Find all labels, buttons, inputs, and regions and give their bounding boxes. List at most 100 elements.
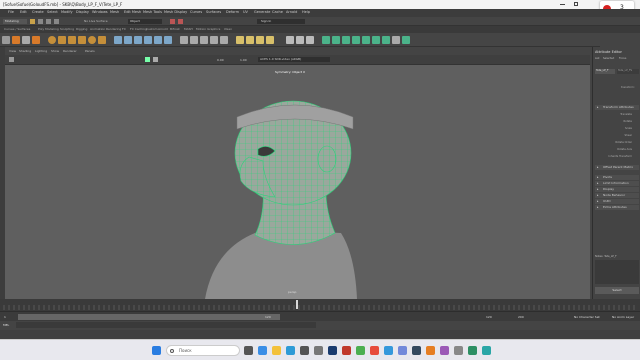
menu-modify[interactable]: Modify (61, 10, 73, 14)
uv-layout-icon[interactable] (306, 36, 314, 44)
playhead[interactable] (296, 300, 298, 309)
photoshop-icon[interactable] (328, 346, 337, 355)
menu-file[interactable]: File (8, 10, 14, 14)
snap-point-icon[interactable] (54, 19, 59, 24)
live-surface-field[interactable]: No Live Surface (84, 19, 114, 24)
tab-fx-caching[interactable]: FX Caching (130, 27, 147, 31)
panel-menu-panels[interactable]: Panels (85, 49, 95, 53)
mail-icon[interactable] (314, 346, 323, 355)
menu-edit-mesh[interactable]: Edit Mesh (124, 10, 141, 14)
ae-node-tab-2[interactable]: Tete_LP_FS (617, 69, 639, 74)
snap-grid-icon[interactable] (38, 19, 43, 24)
discord-icon[interactable] (398, 346, 407, 355)
ae-tab-list[interactable]: List (595, 57, 600, 60)
tab-xgen[interactable]: XGen (224, 27, 232, 31)
tab-rigging[interactable]: Rigging (76, 27, 87, 31)
range-end-field[interactable]: 120 (265, 315, 271, 319)
ae-section-uuid[interactable]: UUID (595, 199, 639, 204)
tab-rendering[interactable]: Rendering (106, 27, 121, 31)
cleanup-icon[interactable] (392, 36, 400, 44)
select-edge-loop-icon[interactable] (322, 36, 330, 44)
colorspace-dropdown[interactable]: ACES 1.0 SDR-video (sRGB) (258, 57, 330, 62)
menu-surfaces[interactable]: Surfaces (206, 10, 221, 14)
rotate-tool-icon[interactable] (22, 36, 30, 44)
poly-torus-icon[interactable] (88, 36, 96, 44)
end-frame-field[interactable]: 120 (486, 315, 492, 319)
settings-icon[interactable] (454, 346, 463, 355)
file-explorer-icon[interactable] (272, 346, 281, 355)
render-icon[interactable] (170, 19, 175, 24)
scale-tool-icon[interactable] (32, 36, 40, 44)
smooth-shade-icon[interactable] (153, 57, 158, 62)
workspace-dropdown[interactable]: Modeling (3, 19, 27, 24)
ae-section-limit[interactable]: Limit Information (595, 181, 639, 186)
tab-motion-graphics[interactable]: Motion Graphics (196, 27, 220, 31)
yandex-icon[interactable] (370, 346, 379, 355)
snap-curve-icon[interactable] (46, 19, 51, 24)
ae-section-display[interactable]: Display (595, 187, 639, 192)
poly-cone-icon[interactable] (78, 36, 86, 44)
maximize-icon[interactable] (574, 2, 578, 6)
panel-menu-view[interactable]: View (9, 49, 16, 53)
panel-menu-shading[interactable]: Shading (19, 49, 31, 53)
menu-windows[interactable]: Windows (92, 10, 108, 14)
widgets-icon[interactable] (258, 346, 267, 355)
move-tool-icon[interactable] (12, 36, 20, 44)
maya-icon[interactable] (482, 346, 491, 355)
select-tool-icon[interactable] (2, 36, 10, 44)
app-icon-3[interactable] (468, 346, 477, 355)
append-icon[interactable] (210, 36, 218, 44)
anim-layer-dropdown[interactable]: No Anim Layer (612, 315, 634, 319)
start-frame-field[interactable]: 1 (4, 315, 6, 319)
tab-fx[interactable]: FX (122, 27, 126, 31)
time-slider[interactable] (0, 299, 640, 311)
uv-unfold-icon[interactable] (296, 36, 304, 44)
ipr-icon[interactable] (178, 19, 183, 24)
panel-menu-lighting[interactable]: Lighting (35, 49, 47, 53)
separate-icon[interactable] (124, 36, 132, 44)
tab-arnold[interactable]: Arnold (158, 27, 168, 31)
character-set-dropdown[interactable]: No Character Set (574, 315, 600, 319)
ae-section-extra[interactable]: Extra Attributes (595, 205, 639, 210)
poly-plane-icon[interactable] (98, 36, 106, 44)
start-icon[interactable] (152, 346, 161, 355)
viewport[interactable]: Symmetry: Object X persp (5, 65, 590, 299)
app-icon-2[interactable] (440, 346, 449, 355)
ae-tab-focus[interactable]: Focus (619, 57, 626, 60)
max-frame-field[interactable]: 200 (518, 315, 524, 319)
extract-icon[interactable] (134, 36, 142, 44)
menu-arnold[interactable]: Arnold (286, 10, 297, 14)
ae-section-transform[interactable]: Transform Attributes (595, 105, 639, 110)
ae-section-node-behavior[interactable]: Node Behavior (595, 193, 639, 198)
menu-generate[interactable]: Generate (254, 10, 270, 14)
convert-selection-icon[interactable] (362, 36, 370, 44)
target-weld-icon[interactable] (246, 36, 254, 44)
combine-icon[interactable] (114, 36, 122, 44)
tab-poly-modeling[interactable]: Poly Modeling (38, 27, 59, 31)
bevel-icon[interactable] (200, 36, 208, 44)
tab-bifrost[interactable]: Bifrost (170, 27, 180, 31)
sign-in-button[interactable]: Sign In (257, 19, 305, 24)
media-icon[interactable] (342, 346, 351, 355)
ae-section-offset[interactable]: Offset Parent Matrix (595, 165, 639, 170)
bridge-icon[interactable] (180, 36, 188, 44)
tab-sculpting[interactable]: Sculpting (60, 27, 74, 31)
far-clip-field[interactable]: 1.00 (240, 58, 247, 62)
taskbar-search[interactable]: Поиск (166, 345, 240, 356)
poly-sphere-icon[interactable] (48, 36, 56, 44)
menu-mesh-display[interactable]: Mesh Display (164, 10, 187, 14)
store-icon[interactable] (300, 346, 309, 355)
chrome-icon[interactable] (356, 346, 365, 355)
tab-curves-surfaces[interactable]: Curves / Surfaces (4, 27, 30, 31)
task-view-icon[interactable] (244, 346, 253, 355)
sculpt-icon[interactable] (402, 36, 410, 44)
tab-animation[interactable]: Animation (90, 27, 105, 31)
character-model[interactable]: persp (5, 65, 590, 299)
tab-mash[interactable]: MASH (184, 27, 193, 31)
panel-menu-renderer[interactable]: Renderer (63, 49, 77, 53)
steam-icon[interactable] (412, 346, 421, 355)
ae-select-button[interactable]: Select (595, 287, 639, 294)
menu-display[interactable]: Display (76, 10, 89, 14)
tab-custom[interactable]: Custom (146, 27, 158, 31)
menu-edit[interactable]: Edit (20, 10, 27, 14)
